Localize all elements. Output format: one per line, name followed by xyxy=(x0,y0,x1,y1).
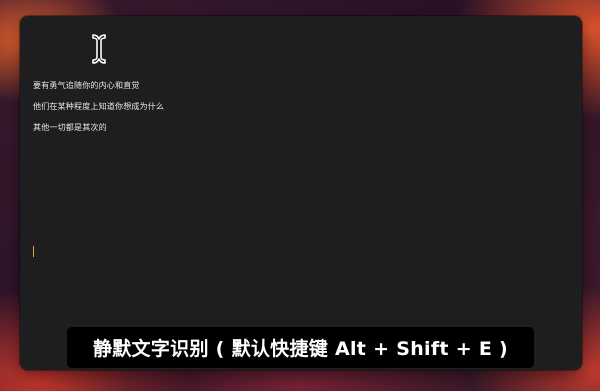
text-ibeam-cursor-icon xyxy=(92,34,106,64)
text-line: 其他一切都是其次的 xyxy=(33,123,107,132)
text-line: 要有勇气追随你的内心和直觉 xyxy=(33,81,140,90)
caption-text: 静默文字识别 ( 默认快捷键 Alt + Shift + E ) xyxy=(92,338,509,360)
editor-text-area[interactable]: 要有勇气追随你的内心和直觉 他们在某种程度上知道你想成为什么 其他一切都是其次的 xyxy=(33,75,562,138)
caption-bar: 静默文字识别 ( 默认快捷键 Alt + Shift + E ) xyxy=(67,327,534,368)
text-editor-window[interactable]: 要有勇气追随你的内心和直觉 他们在某种程度上知道你想成为什么 其他一切都是其次的 xyxy=(20,16,582,370)
text-line: 他们在某种程度上知道你想成为什么 xyxy=(33,102,165,111)
text-caret xyxy=(33,246,34,257)
